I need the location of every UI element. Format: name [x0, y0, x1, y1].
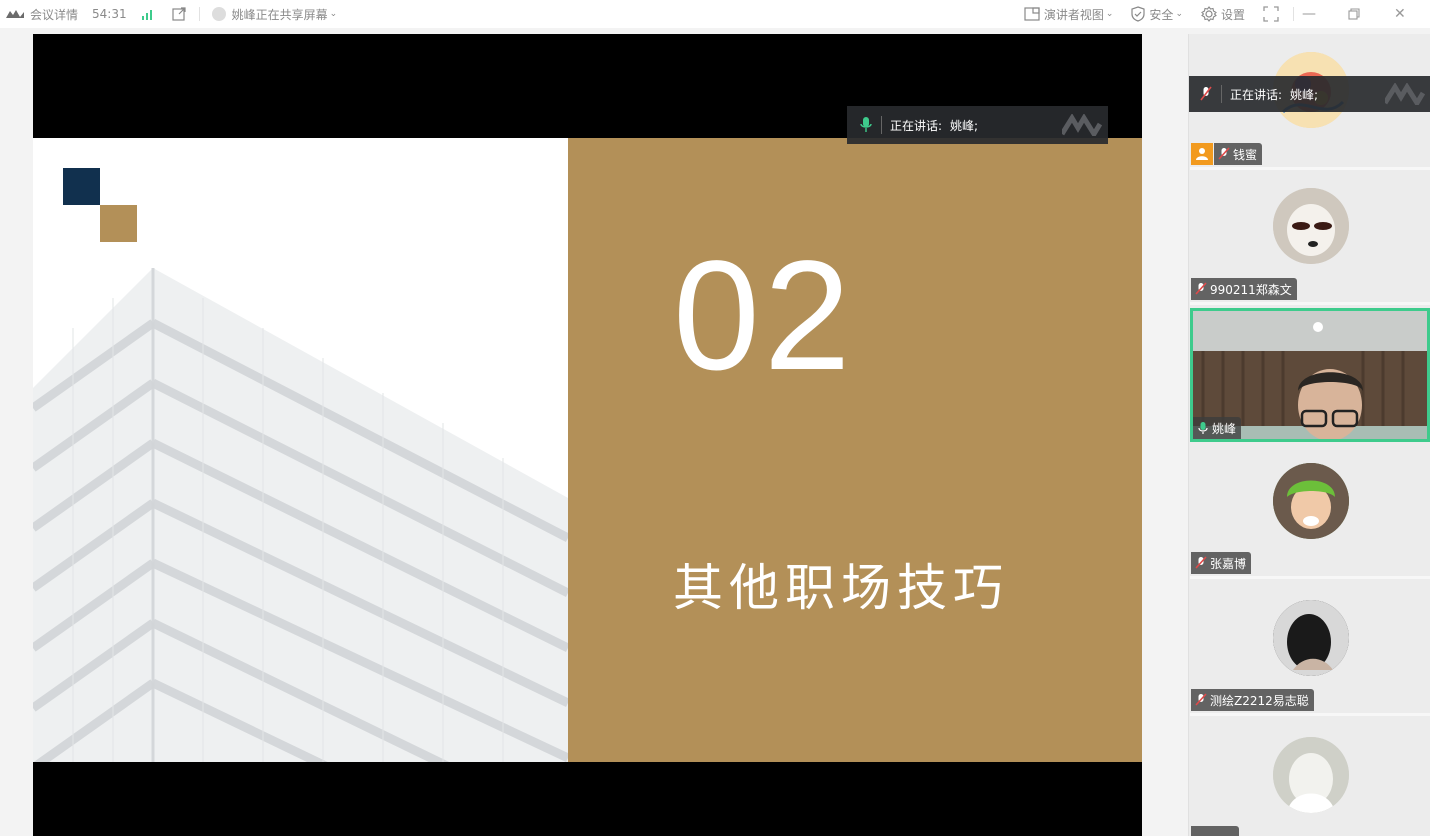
divider [1221, 85, 1222, 103]
avatar [1273, 463, 1349, 539]
mic-muted-icon [1195, 556, 1207, 569]
avatar [1273, 600, 1349, 676]
chevron-down-icon: ⌄ [1105, 9, 1114, 19]
participant-name-tag [1191, 826, 1239, 836]
participant-name: 张嘉博 [1210, 556, 1247, 571]
participant-name-tag: 张嘉博 [1191, 552, 1252, 574]
shared-screen[interactable]: 02 其他职场技巧 正在讲话: 姚峰; [33, 34, 1142, 836]
shield-icon [1131, 6, 1146, 22]
divider [198, 7, 200, 21]
slide-right-panel: 02 其他职场技巧 [568, 138, 1142, 762]
settings-button[interactable]: 设置 [1201, 0, 1245, 28]
title-bar: 会议详情 54:31 姚峰正在共享屏幕 ⌄ 演讲者视图 ⌄ 安全 ⌄ 设置 — … [0, 0, 1430, 28]
avatar [1273, 737, 1349, 813]
participant-name-tag: 姚峰 [1193, 417, 1242, 439]
chevron-down-icon: ⌄ [329, 9, 338, 19]
participant-name: 钱蜜 [1233, 147, 1258, 162]
participant-tile[interactable]: 990211郑森文 [1190, 171, 1430, 305]
participant-name: 测绘Z2212易志聪 [1210, 693, 1309, 708]
divider [1293, 7, 1294, 21]
presenter-view-button[interactable]: 演讲者视图 ⌄ [1024, 0, 1114, 28]
speaking-indicator: 正在讲话: 姚峰; [847, 106, 1108, 144]
gold-square [100, 205, 137, 242]
participant-name-tag: 990211郑森文 [1191, 278, 1297, 300]
meeting-timer: 54:31 [92, 7, 127, 21]
security-button[interactable]: 安全 ⌄ [1131, 0, 1183, 28]
mic-active-icon [860, 117, 872, 132]
settings-label: 设置 [1220, 7, 1245, 22]
navy-square [63, 168, 100, 205]
sharing-status[interactable]: 姚峰正在共享屏幕 ⌄ [211, 0, 338, 28]
avatar [1273, 188, 1349, 264]
host-badge-icon [1191, 143, 1213, 165]
app-logo-icon [6, 10, 24, 18]
participant-tile[interactable]: 测绘Z2212易志聪 [1190, 582, 1430, 716]
divider [881, 116, 882, 134]
chevron-down-icon: ⌄ [1175, 9, 1183, 19]
speaking-label: 正在讲话: [890, 118, 943, 133]
external-link-icon[interactable] [171, 0, 187, 28]
section-number: 02 [673, 229, 855, 403]
mic-muted-icon [1195, 282, 1207, 295]
security-label: 安全 [1149, 7, 1174, 22]
mic-active-icon [1198, 422, 1208, 434]
mic-muted-icon [1195, 693, 1207, 706]
watermark-icon [1385, 83, 1425, 105]
sharing-status-label: 姚峰正在共享屏幕 [231, 7, 328, 22]
participant-tile[interactable] [1190, 719, 1430, 836]
layout-icon [1024, 7, 1040, 21]
minimize-icon[interactable]: — [1302, 0, 1330, 28]
speaking-indicator: 正在讲话: 姚峰; [1189, 76, 1430, 112]
participant-video-tile-active[interactable]: 姚峰 [1190, 308, 1430, 442]
mic-muted-icon [1218, 147, 1230, 160]
fullscreen-icon[interactable] [1263, 0, 1279, 28]
participant-name-tag: 测绘Z2212易志聪 [1191, 689, 1314, 711]
presenter-view-label: 演讲者视图 [1043, 7, 1104, 22]
meeting-info-button[interactable]: 会议详情 [6, 0, 78, 28]
speaking-label: 正在讲话: [1230, 87, 1283, 102]
signal-icon[interactable] [141, 0, 155, 28]
participant-name: 姚峰 [1212, 421, 1237, 436]
section-title: 其他职场技巧 [673, 559, 1009, 617]
close-icon[interactable]: ✕ [1394, 0, 1422, 28]
participant-tile[interactable]: 张嘉博 [1190, 445, 1430, 579]
watermark-icon [1062, 114, 1102, 136]
meeting-info-label: 会议详情 [30, 7, 79, 22]
mic-muted-icon [1200, 86, 1212, 101]
speaking-name: 姚峰; [950, 118, 979, 133]
participant-name: 990211郑森文 [1210, 282, 1292, 297]
restore-icon[interactable] [1348, 0, 1376, 28]
gear-icon [1201, 6, 1217, 22]
participant-name-tag: 钱蜜 [1214, 143, 1263, 165]
speaking-name: 姚峰; [1290, 87, 1319, 102]
slide-left-panel [33, 138, 568, 762]
sharer-avatar [211, 7, 226, 21]
presentation-slide: 02 其他职场技巧 [33, 138, 1142, 762]
participant-panel[interactable]: 钱蜜 正在讲话: 姚峰; 990211郑森文 姚峰 张嘉博 测绘Z2212易志聪 [1188, 34, 1430, 836]
